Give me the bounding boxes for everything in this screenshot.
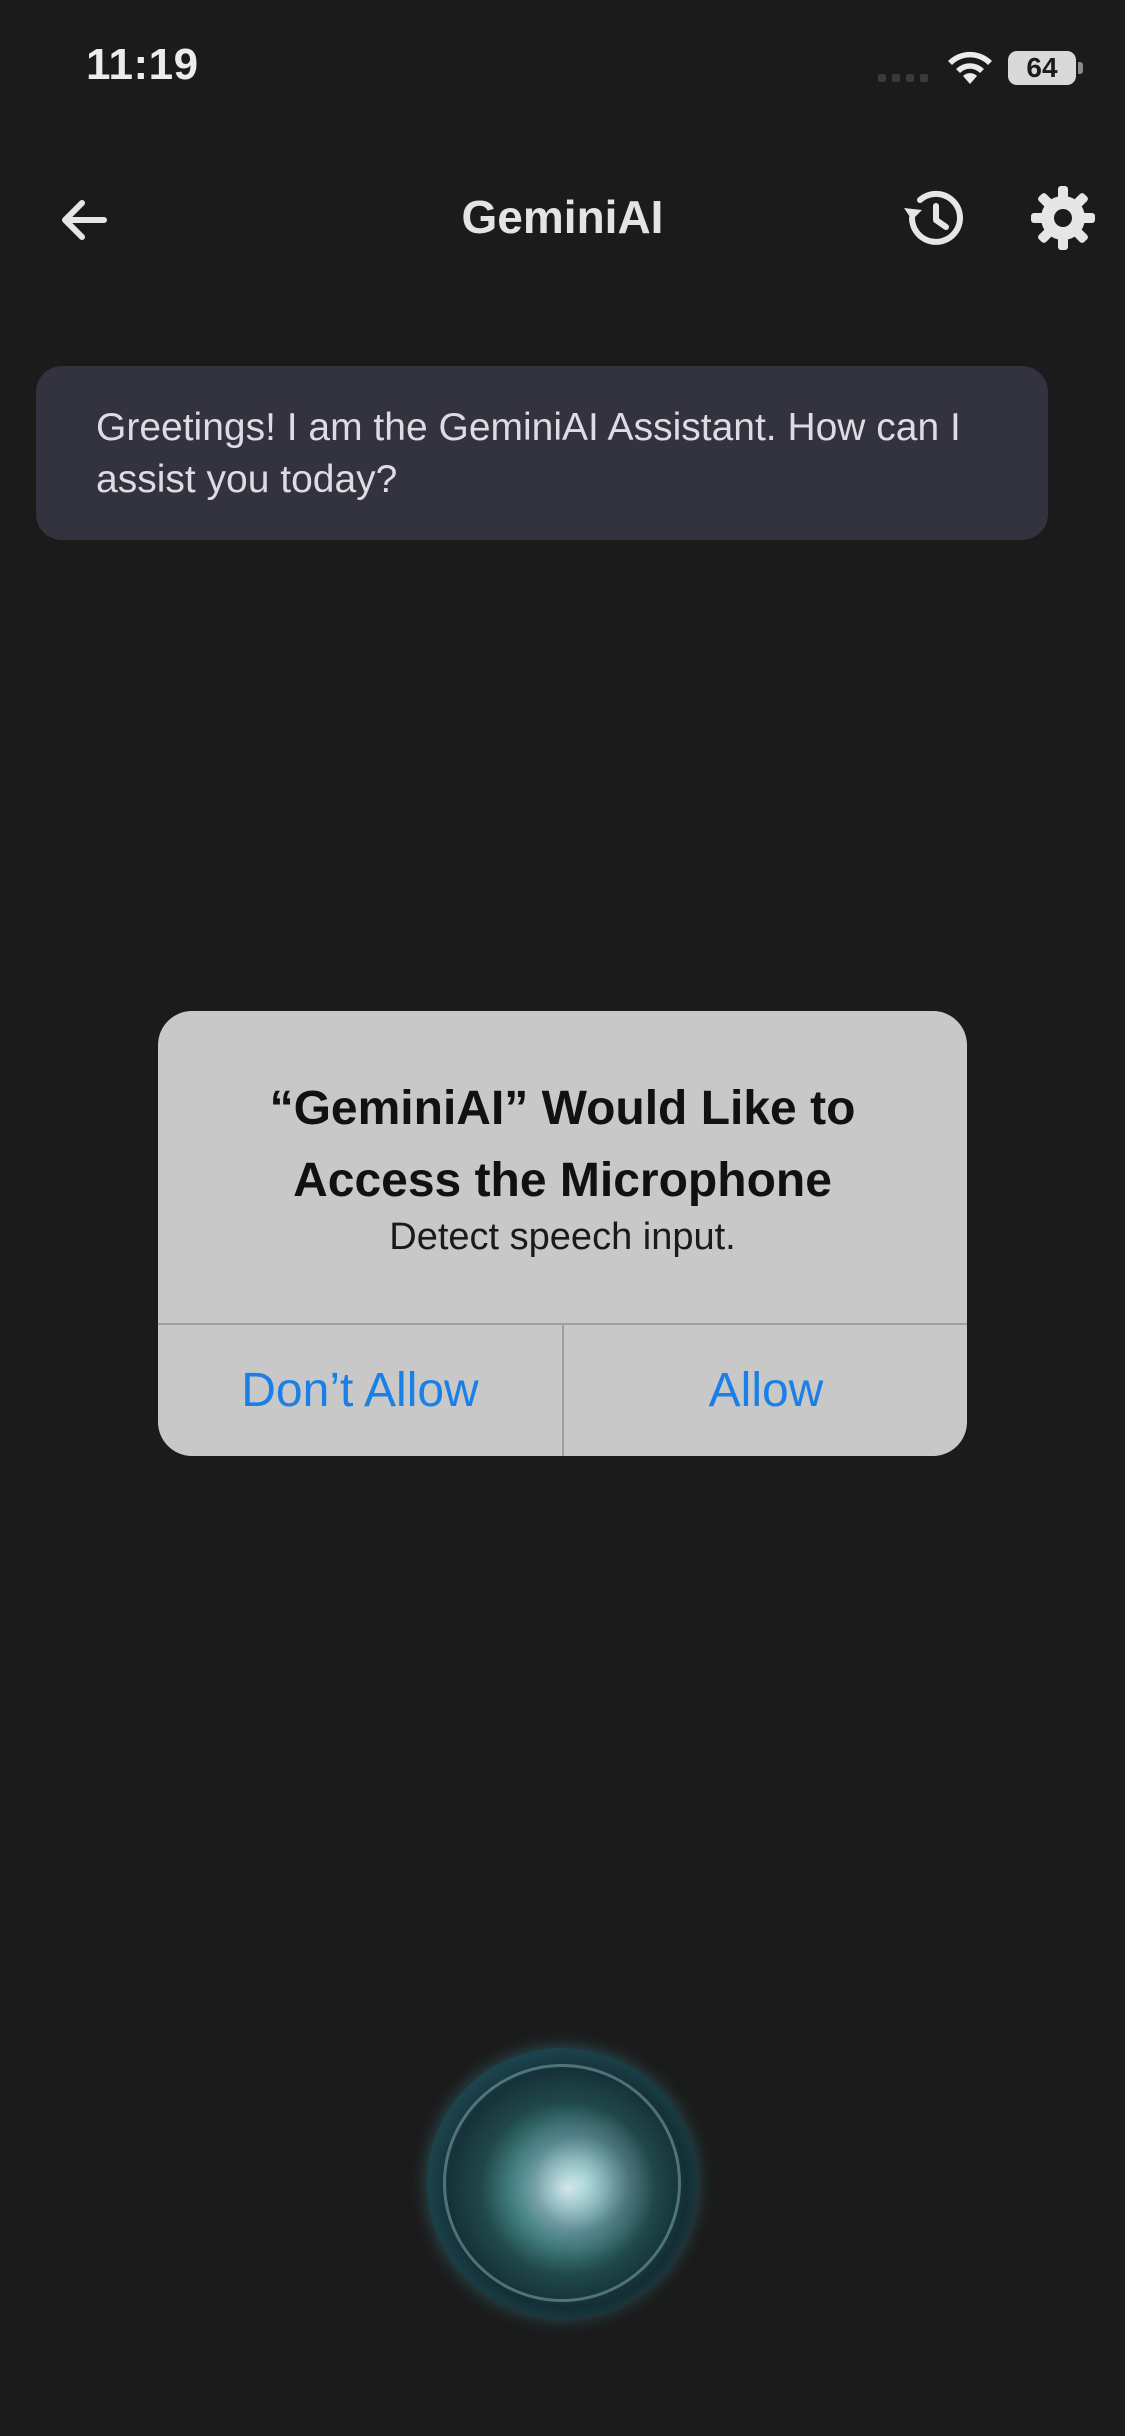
assistant-greeting-text: Greetings! I am the GeminiAI Assistant. …	[96, 406, 961, 501]
cellular-signal-icon	[878, 74, 928, 82]
app-header: GeminiAI	[0, 160, 1125, 270]
status-bar: 11:19 64	[0, 0, 1125, 140]
alert-title-line-1: “GeminiAI” Would Like to	[269, 1082, 856, 1135]
orb-ring	[443, 2064, 681, 2302]
voice-orb-button[interactable]	[427, 2048, 697, 2318]
wifi-icon	[948, 51, 992, 84]
alert-message: Detect speech input.	[389, 1216, 736, 1258]
alert-title: “GeminiAI” Would Like to Access the Micr…	[198, 1073, 927, 1217]
battery-cap	[1078, 62, 1083, 74]
history-button[interactable]	[896, 180, 972, 256]
allow-button[interactable]: Allow	[564, 1325, 967, 1456]
history-icon	[904, 190, 963, 245]
assistant-message-bubble: Greetings! I am the GeminiAI Assistant. …	[36, 366, 1048, 540]
status-time: 11:19	[86, 40, 199, 89]
dont-allow-button[interactable]: Don’t Allow	[158, 1325, 562, 1456]
settings-button[interactable]	[1025, 180, 1101, 256]
alert-title-line-2: Access the Microphone	[293, 1154, 832, 1207]
battery-indicator: 64	[1008, 51, 1076, 85]
microphone-permission-alert: “GeminiAI” Would Like to Access the Micr…	[158, 1011, 967, 1456]
gear-icon	[1031, 186, 1095, 250]
